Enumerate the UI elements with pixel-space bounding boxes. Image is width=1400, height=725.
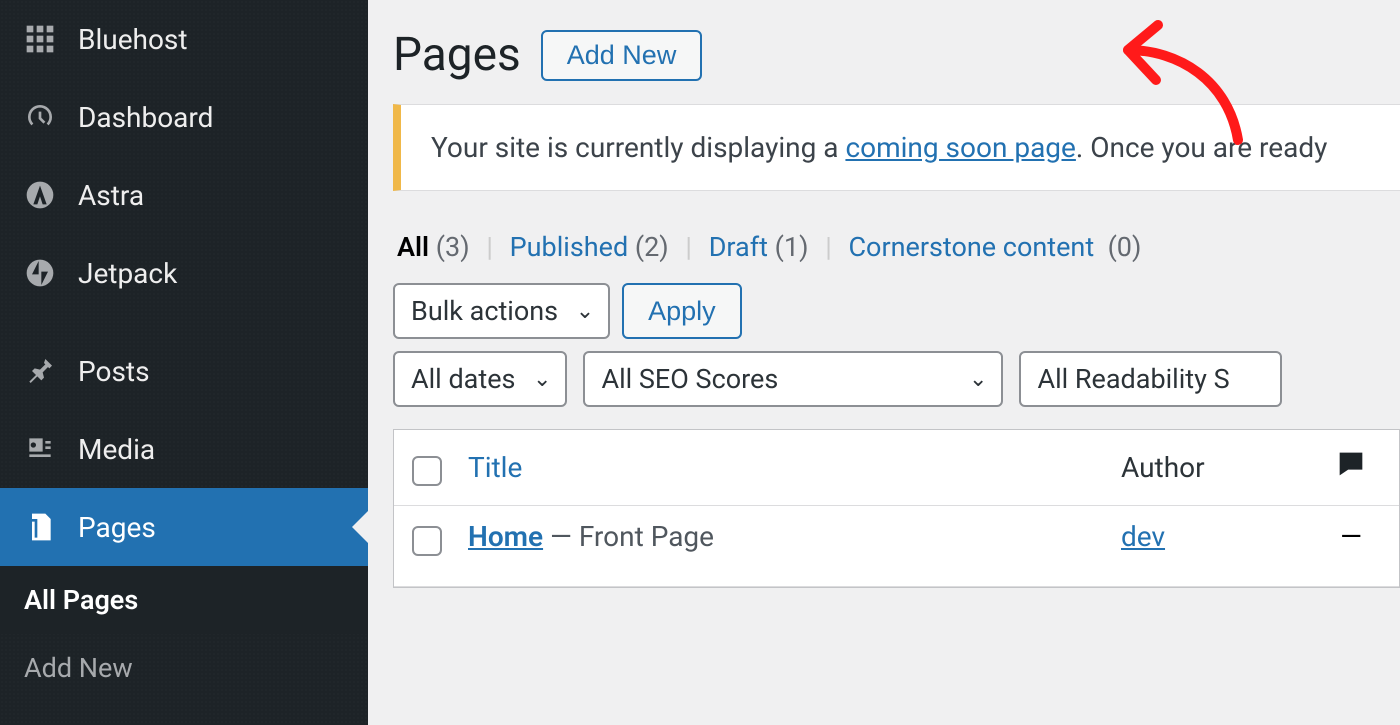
- sidebar-item-pages[interactable]: Pages: [0, 488, 368, 566]
- select-all-checkbox[interactable]: [412, 456, 442, 486]
- column-author: Author: [1121, 451, 1321, 484]
- row-checkbox[interactable]: [412, 526, 442, 556]
- sidebar-item-label: Jetpack: [78, 257, 177, 290]
- pages-icon: [20, 511, 60, 543]
- sidebar-item-media[interactable]: Media: [0, 410, 368, 488]
- sidebar-item-label: Pages: [78, 511, 156, 544]
- add-new-button[interactable]: Add New: [541, 30, 703, 81]
- bulk-action-row: Bulk actions ⌄ Apply: [393, 283, 1400, 339]
- sidebar-submenu-label: All Pages: [24, 584, 138, 616]
- page-title: Pages: [393, 28, 521, 82]
- row-author-cell: dev: [1121, 520, 1321, 553]
- notice-prefix: Your site is currently displaying a: [431, 131, 845, 164]
- comment-icon: [1334, 455, 1368, 488]
- row-comments-cell: —: [1321, 520, 1381, 553]
- sidebar-item-posts[interactable]: Posts: [0, 332, 368, 410]
- row-title-cell: Home — Front Page: [468, 520, 1121, 553]
- gauge-icon: [20, 101, 60, 133]
- table-header: Title Author: [394, 430, 1399, 506]
- sidebar-spacer: [0, 312, 368, 332]
- sidebar-submenu-label: Add New: [24, 652, 133, 684]
- row-select-cell: [412, 520, 468, 556]
- content-area: Pages Add New Your site is currently dis…: [368, 0, 1400, 725]
- sidebar-item-label: Dashboard: [78, 101, 213, 134]
- sidebar-item-label: Media: [78, 433, 155, 466]
- bulk-actions-select[interactable]: Bulk actions ⌄: [393, 283, 610, 339]
- filter-all[interactable]: All (3): [397, 231, 470, 263]
- chevron-down-icon: ⌄: [969, 367, 987, 392]
- seo-scores-filter-select[interactable]: All SEO Scores ⌄: [583, 351, 1003, 407]
- chevron-down-icon: ⌄: [533, 367, 551, 392]
- sidebar-submenu-add-new[interactable]: Add New: [0, 634, 368, 702]
- author-link[interactable]: dev: [1121, 520, 1165, 553]
- secondary-filters-row: All dates ⌄ All SEO Scores ⌄ All Readabi…: [393, 351, 1400, 407]
- post-status-filters: All (3) | Published (2) | Draft (1) | Co…: [393, 231, 1400, 263]
- pin-icon: [20, 355, 60, 387]
- column-comments: [1321, 447, 1381, 488]
- filter-cornerstone[interactable]: Cornerstone content: [848, 231, 1094, 263]
- column-title[interactable]: Title: [468, 451, 1121, 484]
- astra-icon: [20, 179, 60, 211]
- page-title-link[interactable]: Home: [468, 520, 543, 553]
- table-row: Home — Front Page dev —: [394, 506, 1399, 587]
- sidebar-submenu-all-pages[interactable]: All Pages: [0, 566, 368, 634]
- filter-draft[interactable]: Draft: [709, 231, 768, 263]
- apply-button[interactable]: Apply: [622, 283, 742, 339]
- chevron-down-icon: ⌄: [576, 299, 594, 324]
- filter-published[interactable]: Published: [510, 231, 629, 263]
- sidebar-item-label: Posts: [78, 355, 150, 388]
- notice-suffix: . Once you are ready: [1076, 131, 1328, 164]
- sidebar-item-bluehost[interactable]: Bluehost: [0, 0, 368, 78]
- sidebar-item-astra[interactable]: Astra: [0, 156, 368, 234]
- sidebar-item-jetpack[interactable]: Jetpack: [0, 234, 368, 312]
- page-heading-row: Pages Add New: [393, 28, 1400, 82]
- dates-filter-select[interactable]: All dates ⌄: [393, 351, 567, 407]
- coming-soon-notice: Your site is currently displaying a comi…: [393, 104, 1400, 191]
- page-state-suffix: — Front Page: [543, 520, 714, 553]
- media-icon: [20, 433, 60, 465]
- pages-table: Title Author Home — Front Page dev —: [393, 429, 1400, 588]
- select-all-cell: [412, 450, 468, 486]
- readability-filter-select[interactable]: All Readability S: [1019, 351, 1281, 407]
- sidebar-item-dashboard[interactable]: Dashboard: [0, 78, 368, 156]
- sidebar-item-label: Astra: [78, 179, 144, 212]
- admin-sidebar: Bluehost Dashboard Astra Jetpack Posts M…: [0, 0, 368, 725]
- coming-soon-link[interactable]: coming soon page: [845, 131, 1075, 164]
- jetpack-icon: [20, 257, 60, 289]
- grid-icon: [20, 23, 60, 55]
- sidebar-item-label: Bluehost: [78, 23, 188, 56]
